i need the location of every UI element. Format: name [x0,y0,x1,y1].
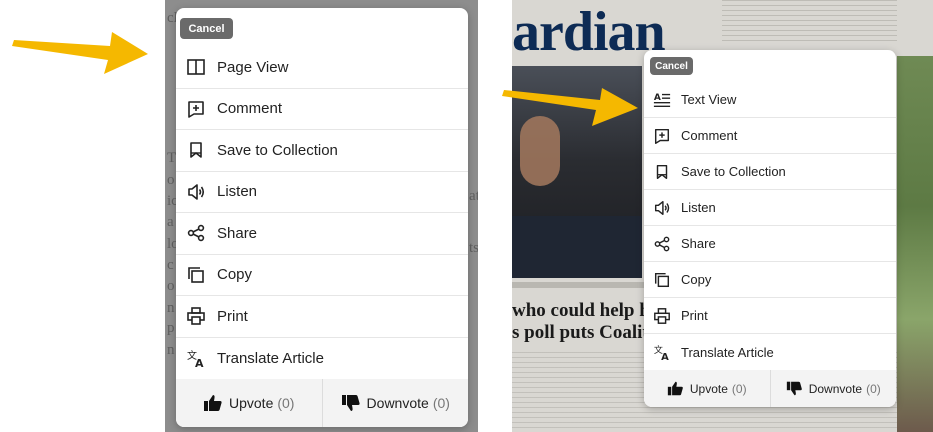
copy-icon [653,271,671,289]
newspaper-columns-top [722,0,897,44]
downvote-label: Downvote [366,395,429,411]
headline-line-2: s poll puts Coalition [512,322,675,343]
menu-item-label: Print [681,308,708,323]
svg-text:A: A [661,352,669,361]
menu-item-copy[interactable]: Copy [176,255,468,296]
menu-item-label: Text View [681,92,737,107]
menu-item-comment[interactable]: Comment [176,89,468,130]
cancel-button[interactable]: Cancel [650,57,693,75]
menu-item-label: Save to Collection [217,141,338,159]
menu-item-label: Comment [681,128,738,143]
menu-item-label: Translate Article [217,349,324,367]
menu-item-label: Save to Collection [681,164,786,179]
newspaper-headline: who could help him s poll puts Coalition [512,300,675,344]
headline-line-1: who could help him [512,300,671,321]
menu-item-label: Copy [681,272,712,287]
vote-row: Upvote (0) Downvote (0) [176,379,468,427]
speaker-icon [186,182,206,202]
menu-item-page-view[interactable]: Page View [176,47,468,89]
menu-item-label: Copy [217,266,253,284]
speaker-icon [653,199,671,217]
comment-icon [186,99,206,119]
menu-item-label: Share [217,224,258,242]
downvote-count: (0) [866,381,881,396]
upvote-button[interactable]: Upvote (0) [644,370,770,407]
menu-item-print[interactable]: Print [176,296,468,338]
downvote-button[interactable]: Downvote (0) [769,370,897,407]
right-context-menu: Cancel A Text View Comment Save to Colle… [644,50,896,407]
upvote-count: (0) [277,395,295,411]
menu-item-share[interactable]: Share [176,213,468,255]
print-icon [186,306,206,326]
thumbs-down-icon [786,380,803,397]
copy-icon [186,265,206,285]
translate-icon: 文A [186,348,206,368]
downvote-label: Downvote [808,381,863,396]
menu-item-save-to-collection[interactable]: Save to Collection [644,154,896,190]
menu-item-share[interactable]: Share [644,226,896,262]
svg-text:A: A [195,357,204,368]
photo-caption [512,282,647,288]
print-icon [653,307,671,325]
bookmark-icon [653,163,671,181]
menu-item-label: Print [217,307,248,325]
page-view-icon [186,57,206,77]
share-icon [186,223,206,243]
right-arrow-annotation [502,88,638,126]
upvote-label: Upvote [229,395,274,411]
menu-item-label: Comment [217,100,283,118]
menu-item-translate-article[interactable]: 文A Translate Article [644,334,896,370]
newspaper-photo-outdoor [897,56,933,432]
thumbs-up-icon [667,380,684,397]
left-context-menu: Cancel Page View Comment Save to Collect… [176,8,468,427]
text-view-icon: A [653,91,671,109]
menu-item-translate-article[interactable]: 文A Translate Article [176,338,468,380]
upvote-button[interactable]: Upvote (0) [176,379,322,427]
newspaper-masthead: ardian [512,1,666,63]
menu-item-text-view[interactable]: A Text View [644,82,896,118]
vote-row: Upvote (0) Downvote (0) [644,370,896,407]
menu-item-comment[interactable]: Comment [644,118,896,154]
menu-item-listen[interactable]: Listen [644,190,896,226]
upvote-count: (0) [731,381,747,396]
screenshot-stage: cl T o ic a lo c o n p n at ts Cancel Pa… [0,0,933,432]
menu-item-label: Share [681,236,716,251]
menu-item-label: Listen [681,200,716,215]
downvote-button[interactable]: Downvote (0) [321,379,469,427]
menu-item-print[interactable]: Print [644,298,896,334]
bookmark-icon [186,140,206,160]
left-arrow-annotation [12,32,148,74]
translate-icon: 文A [653,343,671,361]
thumbs-up-icon [203,393,223,413]
menu-item-label: Listen [217,183,258,201]
menu-item-label: Page View [217,58,289,76]
menu-item-save-to-collection[interactable]: Save to Collection [176,130,468,172]
upvote-label: Upvote [689,381,728,396]
svg-text:A: A [654,93,661,103]
thumbs-down-icon [341,393,361,413]
comment-icon [653,127,671,145]
menu-item-copy[interactable]: Copy [644,262,896,298]
share-icon [653,235,671,253]
cancel-button[interactable]: Cancel [180,18,233,39]
menu-item-label: Translate Article [681,344,774,360]
downvote-count: (0) [432,395,450,411]
menu-item-listen[interactable]: Listen [176,172,468,213]
